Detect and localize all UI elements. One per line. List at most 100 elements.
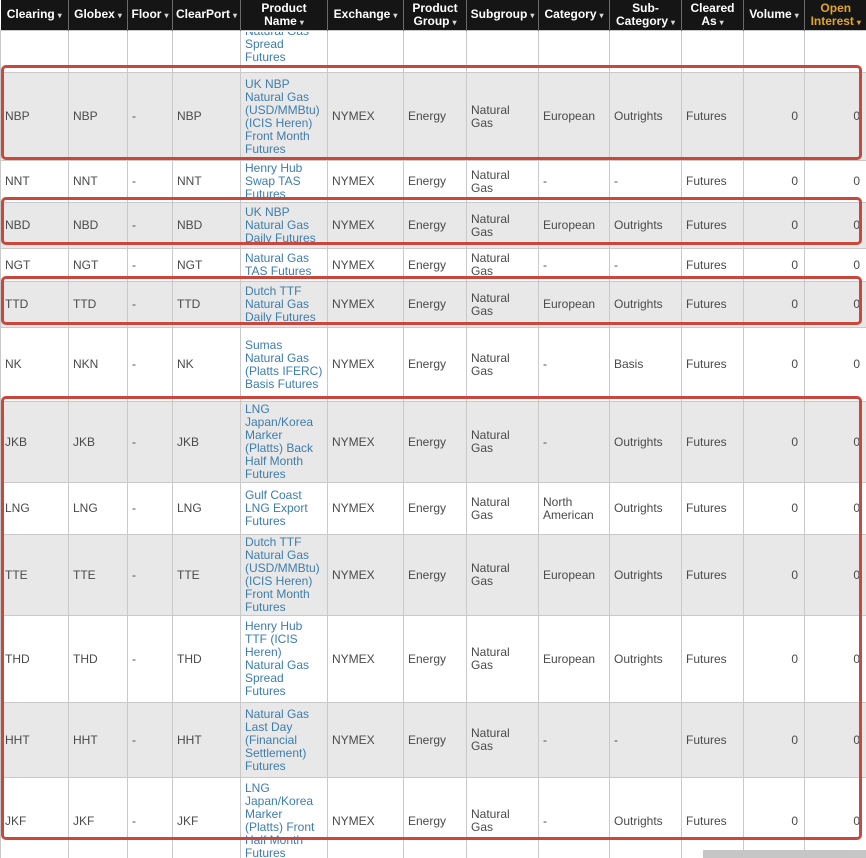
column-header-cleared_as[interactable]: Cleared As▾: [682, 0, 744, 31]
cell-value: -: [614, 174, 618, 188]
cell-cleared_as: Futures: [682, 616, 744, 703]
cell-value: Futures: [686, 218, 727, 232]
product-link[interactable]: UK NBP Natural Gas (USD/MMBtu) (ICIS Her…: [245, 78, 323, 156]
cell-value: 0: [853, 501, 860, 515]
column-header-globex[interactable]: Globex▾: [69, 0, 128, 31]
column-header-subgroup[interactable]: Subgroup▾: [467, 0, 539, 31]
product-link[interactable]: Natural Gas Spread Futures: [245, 32, 323, 64]
cell-exchange: NYMEX: [328, 328, 404, 402]
column-header-volume[interactable]: Volume▾: [744, 0, 805, 31]
cell-subgroup: Natural Gas: [467, 73, 539, 161]
sort-desc-icon[interactable]: ▾: [600, 11, 604, 20]
column-header-exchange[interactable]: Exchange▾: [328, 0, 404, 31]
column-label: Clearing: [7, 7, 55, 21]
cell-cleared_as: Futures: [682, 778, 744, 858]
cell-value: NGT: [73, 258, 98, 272]
product-link[interactable]: LNG Japan/Korea Marker (Platts) Front Ha…: [245, 782, 323, 858]
horizontal-scrollbar-thumb[interactable]: [703, 850, 866, 858]
cell-cleared_as: Futures: [682, 483, 744, 535]
cell-value: Outrights: [614, 814, 663, 828]
cell-value: TTD: [5, 297, 28, 311]
cell-clearing: [1, 31, 69, 73]
cell-subgroup: Natural Gas: [467, 282, 539, 328]
column-header-sub_category[interactable]: Sub-Category▾: [610, 0, 682, 31]
cell-clearport: NBP: [173, 73, 241, 161]
sort-desc-icon[interactable]: ▾: [58, 11, 62, 20]
products-table: Clearing▾Globex▾Floor▾ClearPort▾Product …: [0, 0, 866, 858]
cell-globex: NNT: [69, 161, 128, 203]
cell-globex: TTE: [69, 535, 128, 616]
cell-value: NBD: [73, 218, 98, 232]
cell-value: Energy: [408, 568, 446, 582]
cell-globex: NBD: [69, 203, 128, 249]
cell-category: -: [539, 249, 610, 282]
sort-desc-icon[interactable]: ▾: [118, 11, 122, 20]
cell-globex: TTD: [69, 282, 128, 328]
sort-desc-icon[interactable]: ▾: [452, 18, 456, 27]
cell-value: 0: [791, 109, 798, 123]
cell-globex: THD: [69, 616, 128, 703]
cell-product_group: Energy: [404, 161, 467, 203]
sort-desc-icon[interactable]: ▾: [233, 11, 237, 20]
cell-product_name: Henry Hub Swap TAS Futures: [241, 161, 328, 203]
cell-product_group: Energy: [404, 73, 467, 161]
column-header-clearport[interactable]: ClearPort▾: [173, 0, 241, 31]
product-link[interactable]: Henry Hub Swap TAS Futures: [245, 162, 323, 201]
cell-value: NYMEX: [332, 652, 375, 666]
column-header-open_interest[interactable]: Open Interest▾: [805, 0, 866, 31]
cell-open_interest: 0: [805, 203, 866, 249]
sort-desc-icon[interactable]: ▾: [720, 18, 724, 27]
product-link[interactable]: Dutch TTF Natural Gas Daily Futures: [245, 285, 323, 324]
column-header-clearing[interactable]: Clearing▾: [1, 0, 69, 31]
table-row: NNTNNT-NNTHenry Hub Swap TAS FuturesNYME…: [1, 161, 866, 203]
sort-desc-icon[interactable]: ▾: [164, 11, 168, 20]
product-link[interactable]: UK NBP Natural Gas Daily Futures: [245, 206, 323, 245]
cell-value: NBP: [5, 109, 30, 123]
cell-value: Outrights: [614, 652, 663, 666]
product-link[interactable]: Natural Gas Last Day (Financial Settleme…: [245, 708, 323, 773]
sort-desc-icon[interactable]: ▾: [857, 18, 861, 27]
product-link[interactable]: Sumas Natural Gas (Platts IFERC) Basis F…: [245, 339, 323, 391]
cell-value: -: [614, 733, 618, 747]
cell-value: Energy: [408, 174, 446, 188]
cell-open_interest: 0: [805, 249, 866, 282]
sort-desc-icon[interactable]: ▾: [671, 18, 675, 27]
cell-subgroup: Natural Gas: [467, 616, 539, 703]
column-header-product_name[interactable]: Product Name▾: [241, 0, 328, 31]
cell-exchange: NYMEX: [328, 703, 404, 778]
product-link[interactable]: Henry Hub TTF (ICIS Heren) Natural Gas S…: [245, 620, 323, 698]
sort-desc-icon[interactable]: ▾: [393, 11, 397, 20]
cell-value: JKB: [73, 435, 95, 449]
product-link[interactable]: Natural Gas TAS Futures: [245, 252, 323, 278]
cell-value: LNG: [73, 501, 98, 515]
cell-value: NYMEX: [332, 297, 375, 311]
column-header-floor[interactable]: Floor▾: [128, 0, 173, 31]
cell-volume: 0: [744, 778, 805, 858]
sort-desc-icon[interactable]: ▾: [530, 11, 534, 20]
cell-value: Futures: [686, 357, 727, 371]
column-header-category[interactable]: Category▾: [539, 0, 610, 31]
cell-value: Energy: [408, 258, 446, 272]
cell-value: LNG: [177, 501, 202, 515]
cell-sub_category: Outrights: [610, 778, 682, 858]
cell-value: European: [543, 652, 595, 666]
product-link[interactable]: LNG Japan/Korea Marker (Platts) Back Hal…: [245, 403, 323, 481]
cell-value: 0: [791, 568, 798, 582]
cell-value: THD: [177, 652, 202, 666]
sort-desc-icon[interactable]: ▾: [795, 11, 799, 20]
cell-value: Futures: [686, 814, 727, 828]
product-link[interactable]: Gulf Coast LNG Export Futures: [245, 489, 323, 528]
cell-clearing: JKF: [1, 778, 69, 858]
cell-value: JKF: [73, 814, 94, 828]
column-header-product_group[interactable]: Product Group▾: [404, 0, 467, 31]
cell-product_name: Natural Gas TAS Futures: [241, 249, 328, 282]
cell-value: North American: [543, 495, 594, 522]
cell-value: European: [543, 109, 595, 123]
sort-desc-icon[interactable]: ▾: [300, 18, 304, 27]
cell-value: Outrights: [614, 297, 663, 311]
cell-cleared_as: Futures: [682, 249, 744, 282]
cell-volume: 0: [744, 282, 805, 328]
product-link[interactable]: Dutch TTF Natural Gas (USD/MMBtu) (ICIS …: [245, 536, 323, 614]
cell-value: THD: [73, 652, 98, 666]
cell-value: 0: [853, 733, 860, 747]
